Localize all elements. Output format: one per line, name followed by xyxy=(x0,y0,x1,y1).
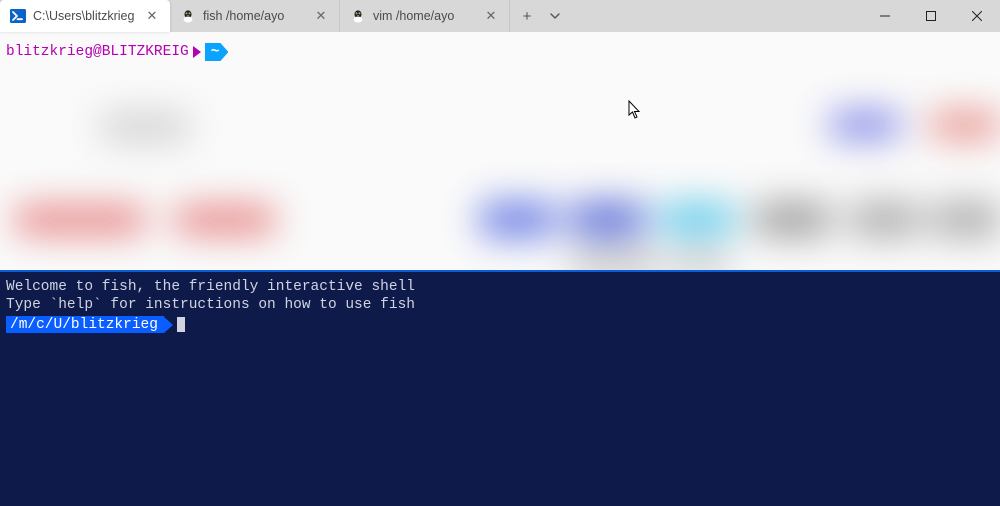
fish-path-badge: /m/c/U/blitzkrieg xyxy=(6,316,164,333)
window-controls xyxy=(862,0,1000,32)
linux-icon xyxy=(350,8,366,24)
path-badge: ~ xyxy=(205,43,229,61)
terminal-pane-lower[interactable]: Welcome to fish, the friendly interactiv… xyxy=(0,272,1000,506)
fish-welcome-line: Welcome to fish, the friendly interactiv… xyxy=(6,278,994,296)
tab-close-icon[interactable]: ✕ xyxy=(313,8,329,24)
new-tab-button[interactable]: + xyxy=(514,3,540,29)
prompt-arrow-icon xyxy=(164,317,173,333)
close-icon xyxy=(972,11,982,21)
minimize-icon xyxy=(880,11,890,21)
chevron-down-icon xyxy=(549,10,561,22)
tabstrip-buttons: + xyxy=(510,0,572,32)
maximize-icon xyxy=(926,11,936,21)
text-cursor xyxy=(177,317,185,332)
tab-powershell[interactable]: C:\Users\blitzkrieg ✕ xyxy=(0,0,170,32)
tab-vim[interactable]: vim /home/ayo ✕ xyxy=(340,0,510,32)
tab-fish[interactable]: fish /home/ayo ✕ xyxy=(170,0,340,32)
close-window-button[interactable] xyxy=(954,0,1000,32)
mouse-cursor-icon xyxy=(628,100,642,120)
fish-help-line: Type `help` for instructions on how to u… xyxy=(6,296,994,314)
background-blur xyxy=(0,72,1000,270)
prompt-arrow-icon xyxy=(193,46,201,58)
terminal-pane-upper[interactable]: blitzkrieg@BLITZKREIG ~ xyxy=(0,32,1000,270)
maximize-button[interactable] xyxy=(908,0,954,32)
tab-close-icon[interactable]: ✕ xyxy=(144,8,160,24)
tab-title: vim /home/ayo xyxy=(373,9,476,23)
tab-close-icon[interactable]: ✕ xyxy=(483,8,499,24)
user-host: blitzkrieg@BLITZKREIG xyxy=(6,42,189,62)
titlebar: C:\Users\blitzkrieg ✕ fish /home/ayo ✕ xyxy=(0,0,1000,32)
fish-prompt: /m/c/U/blitzkrieg xyxy=(6,316,994,333)
linux-icon xyxy=(180,8,196,24)
tab-title: fish /home/ayo xyxy=(203,9,306,23)
minimize-button[interactable] xyxy=(862,0,908,32)
powershell-icon xyxy=(10,8,26,24)
tab-dropdown-button[interactable] xyxy=(542,3,568,29)
drag-region[interactable] xyxy=(572,0,862,32)
prompt-line: blitzkrieg@BLITZKREIG ~ xyxy=(6,42,228,62)
tab-title: C:\Users\blitzkrieg xyxy=(33,9,137,23)
tab-strip: C:\Users\blitzkrieg ✕ fish /home/ayo ✕ xyxy=(0,0,510,32)
